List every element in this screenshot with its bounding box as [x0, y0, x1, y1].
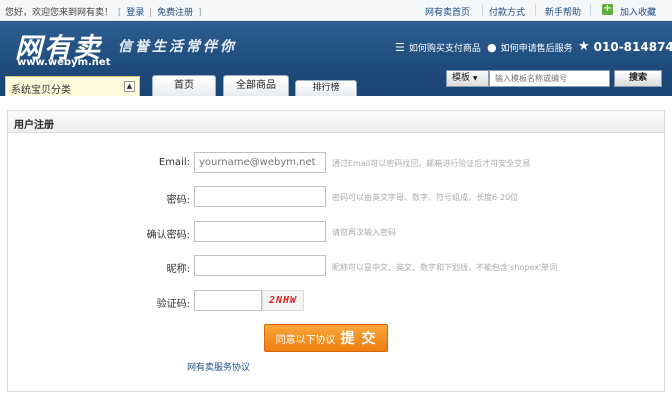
captcha-image[interactable]: 2NHW [262, 290, 304, 311]
plus-icon: + [602, 3, 613, 15]
bracket-close: ] [197, 8, 202, 18]
divider [482, 4, 483, 16]
how-to-buy-label: 如何购买支付商品 [408, 44, 481, 54]
search-scope-label: 模板 [452, 73, 471, 83]
favorites-link[interactable]: 加入收藏 [620, 5, 656, 18]
agreement-link[interactable]: 网有卖服务协议 [187, 360, 250, 373]
after-sales-link[interactable]: ● 如何申请售后服务 [487, 41, 573, 54]
help-link[interactable]: 新手帮助 [545, 5, 581, 18]
captcha-field[interactable] [194, 290, 262, 311]
logo-url: www.webym.net [17, 57, 111, 68]
tab-ranking[interactable]: 排行榜 [295, 80, 357, 96]
submit-button[interactable]: 同意以下协议 提 交 [264, 324, 388, 352]
payment-link[interactable]: 付款方式 [489, 5, 525, 18]
greeting-text: 您好，欢迎您来到网有卖！ [5, 8, 114, 18]
after-sales-label: 如何申请售后服务 [500, 44, 573, 54]
chat-bubble-icon: ● [487, 41, 497, 54]
submit-agree-label: 同意以下协议 [275, 334, 336, 346]
login-link[interactable]: 登录 [126, 8, 144, 18]
star-icon: ★ [578, 39, 590, 54]
divider: | [149, 8, 153, 18]
email-label: Email: [158, 157, 190, 168]
submit-label: 提 交 [340, 331, 377, 347]
search-input[interactable] [489, 70, 610, 87]
nickname-hint: 昵称可以是中文、英文、数字和下划线，不能包含'shopex'单词 [332, 263, 558, 272]
panel-title: 用户注册 [8, 111, 664, 133]
confirm-password-field[interactable] [194, 221, 326, 242]
nickname-label: 昵称: [166, 264, 190, 275]
search-scope-select[interactable]: 模板 ▼ [446, 70, 489, 87]
caret-down-icon: ▼ [472, 75, 478, 82]
register-link[interactable]: 免费注册 [157, 8, 193, 18]
stack-icon: ☰ [395, 41, 405, 54]
captcha-label: 验证码: [156, 299, 190, 310]
confirm-password-label: 确认密码: [146, 230, 190, 241]
password-hint: 密码可以由英文字母、数字、符号组成，长度6-20位 [332, 193, 519, 202]
email-field[interactable] [194, 152, 326, 173]
category-label: 系统宝贝分类 [11, 85, 71, 96]
category-dropdown[interactable]: 系统宝贝分类 ▲ [5, 76, 140, 96]
how-to-buy-link[interactable]: ☰ 如何购买支付商品 [395, 41, 481, 54]
nickname-field[interactable] [194, 255, 326, 276]
phone-label: 010-81487439 [593, 39, 672, 54]
password-label: 密码: [166, 195, 190, 206]
tab-home[interactable]: 首页 [152, 75, 216, 96]
home-link[interactable]: 网有卖首页 [425, 5, 470, 18]
divider [590, 4, 591, 16]
slogan: 信誉生活常伴你 [118, 39, 237, 55]
divider [535, 4, 536, 16]
password-field[interactable] [194, 186, 326, 207]
chevron-up-icon[interactable]: ▲ [124, 81, 135, 92]
search-button[interactable]: 搜索 [614, 70, 662, 87]
tab-all-products[interactable]: 全部商品 [223, 75, 289, 96]
bracket-open: [ [117, 8, 122, 18]
top-bar: 您好，欢迎您来到网有卖！ [ 登录 | 免费注册 ] 网有卖首页 付款方式 新手… [0, 0, 672, 21]
email-hint: 通过Email可以密码找回，邮箱进行验证后才可安全交易 [332, 159, 531, 168]
confirm-password-hint: 请您再次输入密码 [332, 228, 396, 237]
phone-number: ★ 010-81487439 [578, 39, 672, 54]
top-left-links: 您好，欢迎您来到网有卖！ [ 登录 | 免费注册 ] [5, 5, 204, 18]
